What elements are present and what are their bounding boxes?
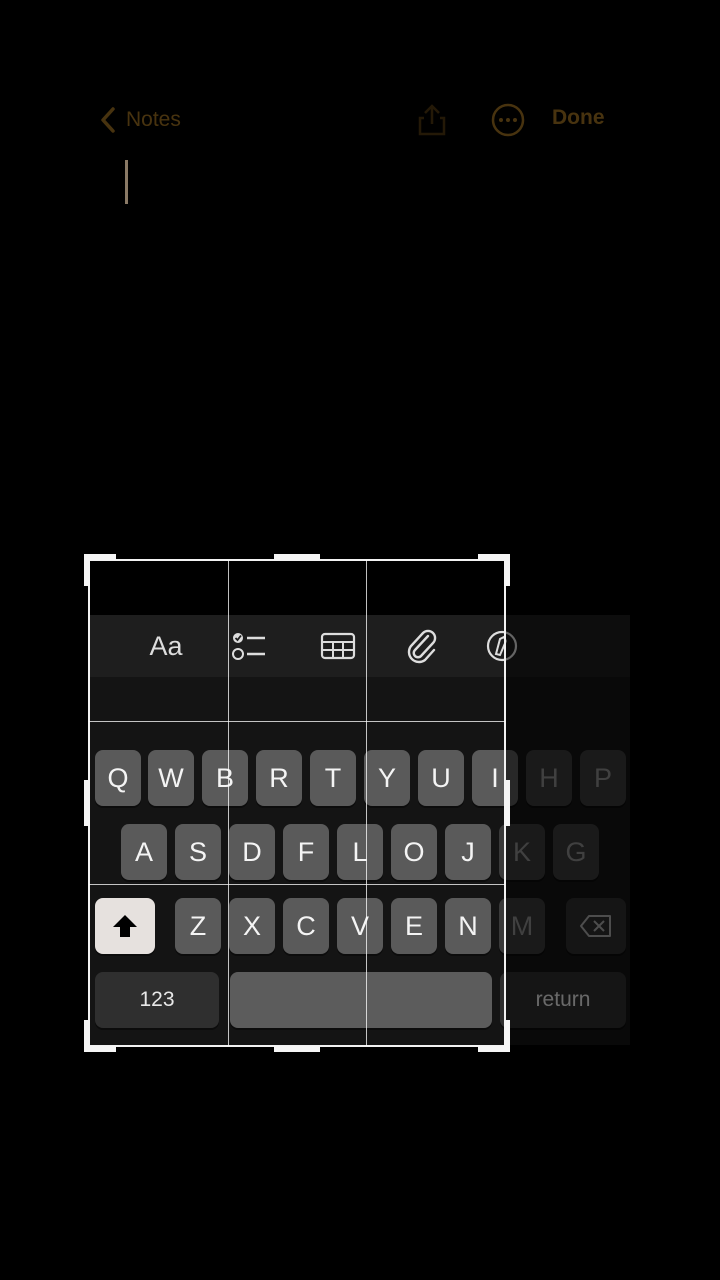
back-button[interactable]: Notes <box>100 100 181 140</box>
crop-outside-dim <box>506 615 630 1045</box>
crop-handle-top[interactable] <box>274 554 320 560</box>
crop-grid-line <box>89 884 505 885</box>
crop-handle-top-right[interactable] <box>504 554 510 586</box>
crop-grid-line <box>366 560 367 1046</box>
back-label: Notes <box>126 108 181 131</box>
crop-handle-right[interactable] <box>504 780 510 826</box>
crop-handle-left[interactable] <box>84 780 90 826</box>
share-icon[interactable] <box>414 102 450 138</box>
crop-grid-line <box>89 721 505 722</box>
nav-bar: Notes Done <box>0 92 720 148</box>
chevron-left-icon <box>101 107 115 133</box>
crop-handle-bottom-right[interactable] <box>504 1020 510 1052</box>
text-cursor <box>125 160 128 204</box>
ellipsis-circle-icon[interactable] <box>490 102 526 138</box>
crop-frame[interactable] <box>88 559 506 1047</box>
done-button[interactable]: Done <box>552 106 605 130</box>
crop-grid-line <box>228 560 229 1046</box>
crop-handle-bottom-left[interactable] <box>84 1020 90 1052</box>
crop-handle-top-left[interactable] <box>84 554 90 586</box>
crop-handle-bottom[interactable] <box>274 1046 320 1052</box>
